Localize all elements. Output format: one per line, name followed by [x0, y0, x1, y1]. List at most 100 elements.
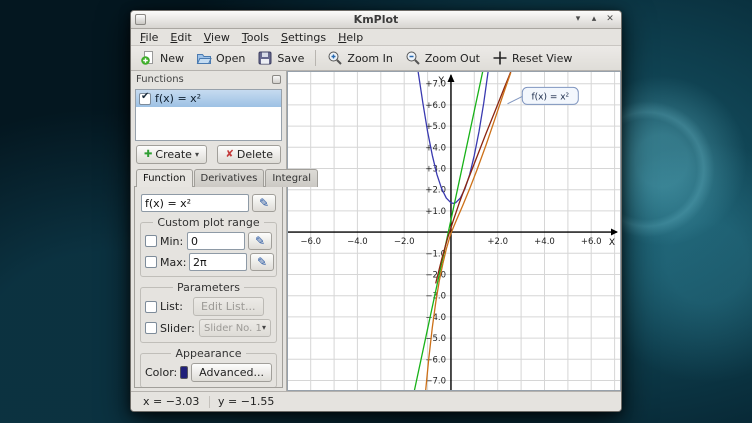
pencil-icon: ✎ [259, 197, 269, 209]
svg-text:+6.0: +6.0 [581, 237, 602, 247]
parameter-slider-checkbox[interactable] [145, 322, 157, 334]
plus-icon: ✚ [144, 150, 152, 160]
svg-text:+7.0: +7.0 [425, 80, 446, 90]
svg-text:−6.0: −6.0 [300, 237, 321, 247]
max-checkbox[interactable] [145, 256, 157, 268]
svg-text:X: X [609, 238, 615, 248]
zoom-in-label: Zoom In [347, 52, 392, 65]
menu-settings[interactable]: Settings [275, 30, 332, 45]
min-checkbox[interactable] [145, 235, 157, 247]
tab-function[interactable]: Function [136, 169, 193, 187]
toolbar-separator [315, 50, 316, 66]
open-button[interactable]: Open [191, 48, 250, 68]
edit-list-button[interactable]: Edit List... [193, 297, 264, 316]
custom-plot-range-title: Custom plot range [153, 216, 263, 229]
max-editor-button[interactable]: ✎ [250, 253, 274, 271]
statusbar-separator [209, 396, 210, 408]
minimize-icon[interactable]: ▾ [571, 13, 585, 26]
desktop-background: KmPlot ▾ ▴ ✕ File Edit View Tools Settin… [0, 0, 752, 423]
reset-view-label: Reset View [512, 52, 572, 65]
create-button-label: Create [155, 148, 192, 161]
main-area: Functions ✔ f(x) = x² ✚ Create [131, 71, 621, 391]
parameter-list-checkbox[interactable] [145, 301, 157, 313]
dock-float-icon[interactable] [272, 75, 281, 84]
max-input[interactable] [189, 253, 247, 271]
slider-combobox-value: Slider No. 1 [204, 323, 262, 334]
svg-text:+6.0: +6.0 [425, 101, 446, 111]
close-icon[interactable]: ✕ [603, 13, 617, 26]
zoom-in-icon [327, 50, 343, 66]
toolbar: New Open Save Zoom In [131, 46, 621, 71]
pencil-icon: ✎ [255, 235, 265, 247]
save-button[interactable]: Save [252, 48, 309, 68]
custom-plot-range-group: Custom plot range Min: ✎ Max: [140, 222, 277, 277]
new-button[interactable]: New [135, 48, 189, 68]
maximize-icon[interactable]: ▴ [587, 13, 601, 26]
delete-x-icon: ✘ [225, 150, 233, 160]
delete-button-label: Delete [237, 148, 273, 161]
parameter-slider-label: Slider: [160, 322, 196, 335]
appearance-group: Appearance Color: Advanced... [140, 353, 277, 388]
reset-view-crosshair-icon [492, 50, 508, 66]
menu-help[interactable]: Help [332, 30, 369, 45]
kmplot-window: KmPlot ▾ ▴ ✕ File Edit View Tools Settin… [130, 10, 622, 412]
window-title: KmPlot [131, 13, 621, 26]
menu-edit[interactable]: Edit [164, 30, 197, 45]
svg-text:−4.0: −4.0 [425, 313, 446, 323]
dock-title: Functions [136, 74, 184, 85]
parameter-list-label: List: [160, 300, 190, 313]
functions-dock: Functions ✔ f(x) = x² ✚ Create [131, 71, 287, 391]
delete-button[interactable]: ✘ Delete [217, 145, 281, 164]
open-folder-icon [196, 50, 212, 66]
min-input[interactable] [187, 232, 245, 250]
menu-view[interactable]: View [198, 30, 236, 45]
zoom-out-label: Zoom Out [425, 52, 480, 65]
zoom-in-button[interactable]: Zoom In [322, 48, 397, 68]
max-row: Max: ✎ [145, 253, 272, 271]
svg-text:−4.0: −4.0 [347, 237, 368, 247]
svg-text:+4.0: +4.0 [534, 237, 555, 247]
tab-integral[interactable]: Integral [265, 169, 318, 187]
save-button-label: Save [277, 52, 304, 65]
dock-header: Functions [134, 72, 283, 86]
check-icon: ✔ [141, 91, 149, 102]
parameters-title: Parameters [173, 281, 244, 294]
svg-text:−2.0: −2.0 [425, 271, 446, 281]
reset-view-button[interactable]: Reset View [487, 48, 577, 68]
function-visible-checkbox[interactable]: ✔ [139, 93, 151, 105]
titlebar[interactable]: KmPlot ▾ ▴ ✕ [131, 11, 621, 29]
svg-text:f(x) = x²: f(x) = x² [531, 92, 569, 102]
menubar: File Edit View Tools Settings Help [131, 29, 621, 46]
max-label: Max: [160, 256, 186, 269]
tab-derivatives[interactable]: Derivatives [194, 169, 265, 187]
function-list-item[interactable]: ✔ f(x) = x² [136, 90, 281, 107]
parameter-slider-row: Slider: Slider No. 1 ▾ [145, 319, 272, 337]
plot-canvas[interactable]: XY−6.0−4.0−2.0+2.0+4.0+6.0+7.0+6.0+5.0+4… [288, 72, 620, 390]
color-label: Color: [145, 366, 177, 379]
svg-text:−7.0: −7.0 [425, 377, 446, 387]
advanced-button[interactable]: Advanced... [191, 363, 272, 382]
status-y-coordinate: y = −1.55 [218, 395, 276, 408]
save-disk-icon [257, 50, 273, 66]
color-swatch-button[interactable] [180, 366, 188, 379]
new-button-label: New [160, 52, 184, 65]
equation-input[interactable] [141, 194, 249, 212]
slider-combobox[interactable]: Slider No. 1 ▾ [199, 319, 271, 337]
parameter-list-row: List: Edit List... [145, 297, 272, 316]
menu-file[interactable]: File [134, 30, 164, 45]
zoom-out-button[interactable]: Zoom Out [400, 48, 485, 68]
color-row: Color: Advanced... [145, 363, 272, 382]
pencil-icon: ✎ [257, 256, 267, 268]
parameters-group: Parameters List: Edit List... Slider: Sl… [140, 287, 277, 343]
plot-area: XY−6.0−4.0−2.0+2.0+4.0+6.0+7.0+6.0+5.0+4… [287, 71, 621, 391]
equation-editor-button[interactable]: ✎ [252, 194, 276, 212]
min-row: Min: ✎ [145, 232, 272, 250]
zoom-out-icon [405, 50, 421, 66]
create-button[interactable]: ✚ Create ▾ [136, 145, 207, 164]
menu-tools[interactable]: Tools [236, 30, 275, 45]
window-menu-icon[interactable] [135, 14, 146, 25]
function-list[interactable]: ✔ f(x) = x² [135, 89, 282, 141]
min-editor-button[interactable]: ✎ [248, 232, 272, 250]
window-buttons: ▾ ▴ ✕ [571, 13, 617, 26]
function-item-label: f(x) = x² [155, 92, 201, 105]
